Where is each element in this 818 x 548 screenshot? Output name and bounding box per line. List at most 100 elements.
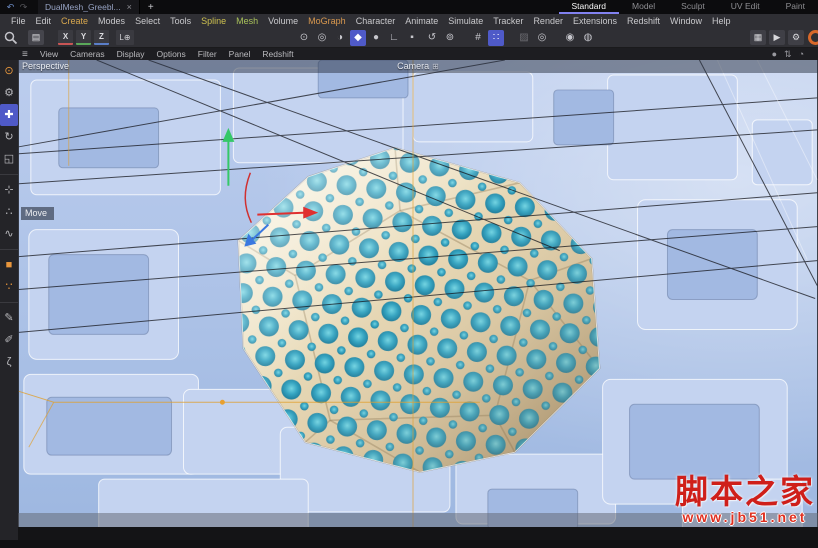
vp-menu-panel[interactable]: Panel [223,49,257,59]
swap-views-icon[interactable]: ⇅ [784,49,792,60]
frame-selected-icon[interactable]: ▤ [28,30,44,45]
menu-redshift[interactable]: Redshift [622,16,665,26]
dynamic-guides-icon[interactable]: ◎ [534,30,550,46]
sketch-tool[interactable]: ✐ [0,329,18,351]
cluster-tool[interactable]: ∵ [0,276,18,298]
scale-tool[interactable]: ◱ [0,148,18,170]
texture-mode-icon[interactable]: ◑ [332,30,348,46]
render-picture-viewer-icon[interactable]: ▶ [769,30,785,45]
camera-label[interactable]: Camera ⊞ [397,61,439,71]
transform-tool[interactable]: ⊹ [0,179,18,201]
viewport-header-band: Perspective Camera ⊞ [18,60,818,73]
scene-3d [18,60,818,540]
watermark-title: 脚本之家 [675,472,815,511]
tweak-tool[interactable]: ⚙ [0,82,18,104]
render-icon-group: ▦ ▶ ⚙ [750,30,804,45]
workplane-snap-icon[interactable]: ▨ [516,30,532,46]
menu-mograph[interactable]: MoGraph [303,16,351,26]
menu-select[interactable]: Select [130,16,165,26]
menu-extensions[interactable]: Extensions [568,16,622,26]
render-view-icon[interactable]: ▦ [750,30,766,45]
move-tool[interactable]: ✚ [0,104,18,126]
layout-tab-paint[interactable]: Paint [773,0,818,14]
menu-create[interactable]: Create [56,16,93,26]
snap-icon-group: ↺ ⊚ # ∷ ▨ ◎ ◉ ◍ [424,30,596,46]
menu-window[interactable]: Window [665,16,707,26]
solo-sphere-icon[interactable]: ● [772,49,777,60]
workplane-icon[interactable]: ▪ [404,30,420,46]
smooth-tool[interactable]: ∿ [0,223,18,245]
snap-toggle-icon[interactable]: ∷ [488,30,504,46]
capsule-b-icon[interactable]: ◍ [580,30,596,46]
spline-pen-tool[interactable]: ζ [0,351,18,373]
redshift-render-icon[interactable] [808,30,818,45]
menu-render[interactable]: Render [528,16,568,26]
polygon-mode-icon[interactable]: ◆ [350,30,366,46]
axis-lock-y[interactable]: Y [76,30,91,45]
vp-menu-options[interactable]: Options [150,49,191,59]
add-tab-icon[interactable]: + [140,2,162,13]
layout-tab-sculpt[interactable]: Sculpt [668,0,718,14]
menu-simulate[interactable]: Simulate [443,16,488,26]
menu-animate[interactable]: Animate [400,16,443,26]
document-tab[interactable]: DualMesh_Greebl... × [38,0,140,14]
menu-tracker[interactable]: Tracker [488,16,528,26]
workplane-lock-icon[interactable]: L⊕ [116,30,134,45]
rotate-tool[interactable]: ↻ [0,126,18,148]
workplane-point[interactable] [219,399,225,405]
vp-menu-cameras[interactable]: Cameras [64,49,110,59]
render-settings-icon[interactable]: ⚙ [788,30,804,45]
menu-character[interactable]: Character [351,16,401,26]
menu-volume[interactable]: Volume [263,16,303,26]
layout-tab-uv-edit[interactable]: UV Edit [718,0,773,14]
menu-edit[interactable]: Edit [31,16,57,26]
document-tab-label: DualMesh_Greebl... [45,2,121,12]
hamburger-icon[interactable]: ≡ [22,49,28,60]
vp-menu-filter[interactable]: Filter [192,49,223,59]
capsule-a-icon[interactable]: ◉ [562,30,578,46]
model-mode-icon[interactable]: ◎ [314,30,330,46]
watermark: 脚本之家 www.jb51.net [675,475,815,524]
vp-menu-view[interactable]: View [34,49,64,59]
knife-tool[interactable]: ✎ [0,307,18,329]
viewport-menu-items: View Cameras Display Options Filter Panel Reds… [34,49,300,59]
rectangle-select-tool[interactable]: ■ [0,254,18,276]
menubar: File Edit Create Modes Select Tools Spline Mesh… [0,14,818,28]
viewport-right-icons: ● ⇅ ◔ [772,49,818,60]
menu-help[interactable]: Help [707,16,736,26]
tool-hint: Move [21,207,55,220]
vp-menu-display[interactable]: Display [111,49,151,59]
tool-separator [0,170,18,175]
axis-lock-group: XYZ [58,30,109,45]
viewport-bottom-bar [18,527,818,540]
search-icon[interactable] [4,31,18,45]
menu-tools[interactable]: Tools [165,16,196,26]
enable-axis-icon[interactable]: ● [368,30,384,46]
menu-spline[interactable]: Spline [196,16,231,26]
object-axis-icon[interactable]: ⊚ [442,30,458,46]
coordinate-system-icon[interactable]: ↺ [424,30,440,46]
randomize-tool[interactable]: ∴ [0,201,18,223]
camera-toggle-icon[interactable]: ⊞ [432,62,439,71]
grid-snap-icon[interactable]: # [470,30,486,46]
menu-modes[interactable]: Modes [93,16,130,26]
live-selection-tool[interactable]: ⊙ [0,60,18,82]
axis-lock-x[interactable]: X [58,30,73,45]
layout-tab-standard[interactable]: Standard [558,0,620,14]
tool-separator [0,245,18,250]
layout-tab-model[interactable]: Model [619,0,668,14]
redo-icon[interactable]: ↷ [17,2,30,13]
axis-lock-z[interactable]: Z [94,30,109,45]
menu-mesh[interactable]: Mesh [231,16,263,26]
view-label[interactable]: Perspective [22,61,69,71]
axis-corner-icon[interactable]: ∟ [386,30,402,46]
view-history-icon[interactable]: ◔ [799,49,804,60]
vp-menu-redshift[interactable]: Redshift [256,49,299,59]
menu-file[interactable]: File [6,16,31,26]
undo-icon[interactable]: ↶ [4,2,17,13]
viewport-canvas[interactable]: Perspective Camera ⊞ Move 脚本之家 www.jb51.n… [18,60,818,540]
close-tab-icon[interactable]: × [127,2,132,12]
make-editable-icon[interactable]: ⊙ [296,30,312,46]
layout-tabs: Standard Model Sculpt UV Edit Paint [558,0,818,14]
watermark-url: www.jb51.net [682,509,808,525]
